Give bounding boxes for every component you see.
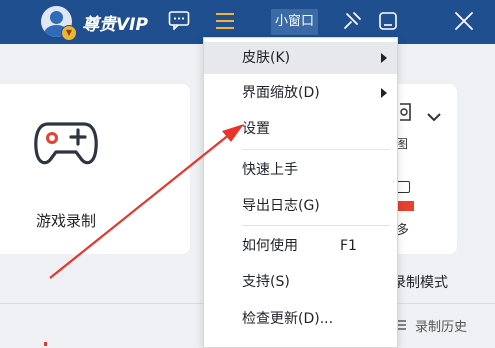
- vip-badge-icon: ▼: [61, 25, 77, 41]
- game-record-label: 游戏录制: [36, 212, 97, 230]
- mini-window-button[interactable]: 小窗口: [271, 9, 319, 35]
- record-history-button[interactable]: 录制历史: [415, 316, 467, 335]
- pin-icon[interactable]: [341, 10, 363, 32]
- menu-item-label: 界面缩放(D): [242, 85, 320, 101]
- red-bar-fragment: [396, 201, 414, 211]
- menu-item-how-to-use[interactable]: 如何使用 F1: [204, 230, 397, 262]
- menu-item-check-update[interactable]: 检查更新(D)...: [204, 303, 397, 335]
- menu-item-support[interactable]: 支持(S): [204, 266, 397, 298]
- gamepad-icon: [34, 122, 98, 165]
- menu-item-label: 设置: [242, 121, 270, 137]
- menu-item-label: 皮肤(K): [242, 50, 291, 66]
- chevron-down-icon[interactable]: [425, 110, 443, 124]
- red-marker: [44, 342, 47, 346]
- avatar-head-icon: [50, 11, 63, 24]
- menu-separator: [242, 225, 390, 226]
- menu-item-label: 快速上手: [242, 162, 298, 178]
- menu-separator: [242, 149, 390, 150]
- hamburger-menu-icon[interactable]: [214, 11, 236, 31]
- menu-item-settings[interactable]: 设置: [204, 113, 397, 145]
- screen-fragment-icon: [400, 103, 411, 121]
- menu-item-export-log[interactable]: 导出日志(G): [204, 190, 397, 222]
- menu-item-label: 如何使用: [242, 238, 298, 254]
- submenu-arrow-icon: [381, 88, 387, 98]
- menu-item-label: 检查更新(D)...: [242, 311, 334, 327]
- menu-item-label: 导出日志(G): [242, 198, 320, 214]
- close-icon[interactable]: [453, 10, 475, 32]
- submenu-arrow-icon: [381, 53, 387, 63]
- main-menu-dropdown: 皮肤(K) 界面缩放(D) 设置 快速上手 导出日志(G) 如何使用 F1 支持…: [203, 37, 398, 348]
- box-fragment-icon: [396, 181, 410, 193]
- menu-item-quick-start[interactable]: 快速上手: [204, 154, 397, 186]
- menu-item-ui-scale[interactable]: 界面缩放(D): [204, 77, 397, 109]
- menu-item-label: 支持(S): [242, 274, 290, 290]
- menu-item-shortcut: F1: [340, 238, 357, 254]
- minimize-icon[interactable]: [377, 10, 399, 32]
- menu-item-skin[interactable]: 皮肤(K): [204, 42, 397, 74]
- message-icon[interactable]: [168, 10, 190, 30]
- record-mode-label[interactable]: 录制模式: [392, 272, 448, 292]
- vip-label[interactable]: 尊贵VIP: [82, 10, 148, 35]
